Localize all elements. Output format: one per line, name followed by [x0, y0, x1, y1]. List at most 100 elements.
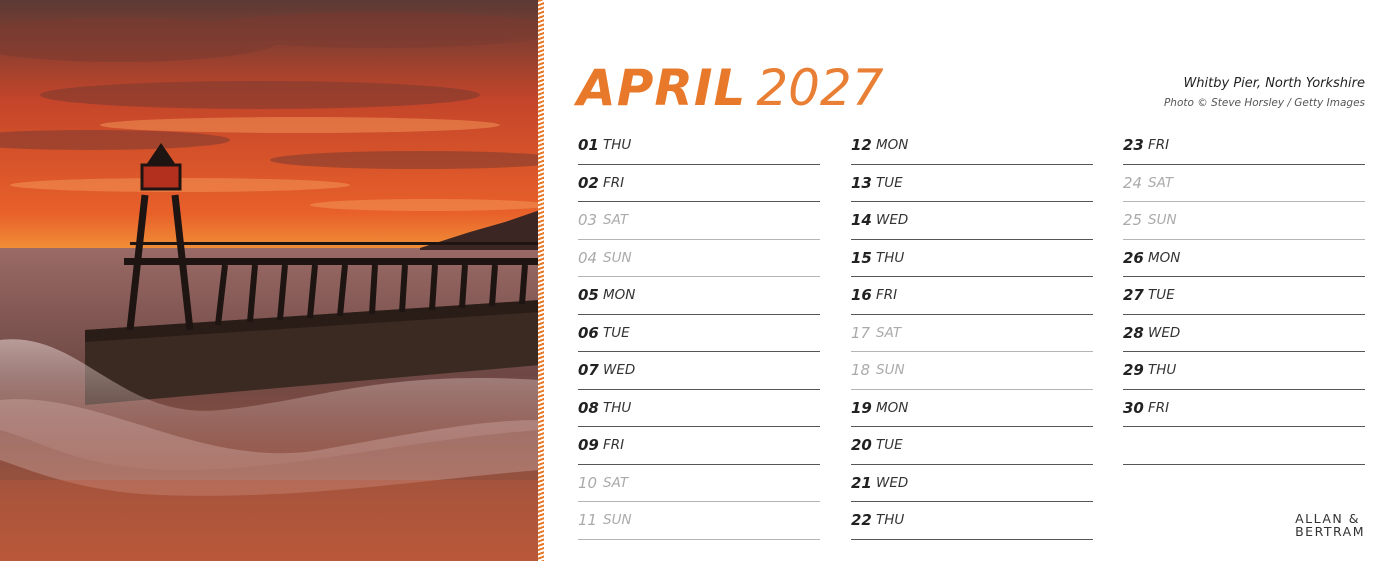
day-name: MON	[876, 399, 909, 416]
photo-whitby-pier	[0, 0, 540, 561]
day-name: TUE	[603, 324, 630, 341]
day-name: THU	[876, 249, 905, 266]
day-name: MON	[876, 137, 909, 154]
calendar-page: APRIL 2027 Whitby Pier, North Yorkshire P…	[0, 0, 1400, 561]
day-name: SUN	[603, 512, 632, 529]
day-row: 02 FRI	[578, 165, 820, 202]
day-name: SUN	[1148, 212, 1177, 229]
day-row: 23 FRI	[1123, 127, 1365, 165]
day-row: 24 SAT	[1123, 165, 1365, 202]
day-number: 16	[851, 286, 872, 305]
day-name: FRI	[1148, 399, 1170, 416]
day-number: 27	[1123, 286, 1144, 305]
day-name: MON	[603, 287, 636, 304]
day-number: 26	[1123, 248, 1144, 267]
day-number: 20	[851, 436, 872, 455]
day-number: 25	[1123, 211, 1143, 230]
day-number: 13	[851, 173, 872, 192]
day-number: 09	[578, 436, 599, 455]
day-name: SAT	[603, 474, 629, 491]
day-name: SUN	[876, 362, 905, 379]
day-row: 06 TUE	[578, 315, 820, 352]
day-row: 08 THU	[578, 390, 820, 427]
day-row: 18 SUN	[851, 352, 1093, 390]
day-name: FRI	[603, 174, 625, 191]
day-name: SAT	[876, 324, 902, 341]
day-name: THU	[603, 137, 632, 154]
day-row: 22 THU	[851, 502, 1093, 540]
day-number: 05	[578, 286, 599, 305]
day-number: 18	[851, 361, 871, 380]
day-row: 05 MON	[578, 277, 820, 315]
day-name: TUE	[1148, 287, 1175, 304]
day-name: THU	[876, 512, 905, 529]
day-name: WED	[1148, 324, 1181, 341]
day-number: 11	[578, 511, 598, 530]
day-number: 22	[851, 511, 872, 530]
day-number: 29	[1123, 361, 1144, 380]
day-row: 25 SUN	[1123, 202, 1365, 240]
caption-credit: Photo © Steve Horsley / Getty Images	[1163, 97, 1365, 109]
day-number: 04	[578, 248, 598, 267]
day-row: 12 MON	[851, 127, 1093, 165]
day-number: 19	[851, 398, 872, 417]
day-row: 27 TUE	[1123, 277, 1365, 315]
day-number: 15	[851, 248, 872, 267]
month-name: APRIL	[577, 59, 747, 117]
year: 2027	[756, 59, 884, 117]
day-name: WED	[603, 362, 636, 379]
day-row: 21 WED	[851, 465, 1093, 502]
day-row: 11 SUN	[578, 502, 820, 540]
day-row: 04 SUN	[578, 240, 820, 277]
day-row: 14 WED	[851, 202, 1093, 240]
day-row: 20 TUE	[851, 427, 1093, 465]
day-row: 29 THU	[1123, 352, 1365, 390]
day-name: TUE	[876, 437, 903, 454]
day-number: 08	[578, 398, 599, 417]
day-row: 17 SAT	[851, 315, 1093, 352]
pier-sunset-illustration	[0, 0, 540, 561]
day-number: 24	[1123, 173, 1143, 192]
day-column-3: 23 FRI 24 SAT 25 SUN 26 MON 27 TUE 28 WED 29 THU 30 FRI	[1123, 127, 1365, 465]
day-number: 14	[851, 211, 872, 230]
day-name: FRI	[876, 287, 898, 304]
binding-spiral	[538, 0, 544, 561]
day-row: 13 TUE	[851, 165, 1093, 202]
month-heading: APRIL 2027	[577, 58, 884, 118]
day-number: 01	[578, 136, 599, 155]
day-name: MON	[1148, 249, 1181, 266]
day-name: THU	[1148, 362, 1177, 379]
day-number: 30	[1123, 398, 1144, 417]
day-name: FRI	[603, 437, 625, 454]
day-row: 30 FRI	[1123, 390, 1365, 427]
day-name: WED	[876, 212, 909, 229]
publisher-line-2: BERTRAM	[1295, 524, 1365, 539]
day-number: 21	[851, 473, 872, 492]
day-row: 15 THU	[851, 240, 1093, 277]
day-number: 12	[851, 136, 872, 155]
day-number: 07	[578, 361, 599, 380]
day-number: 10	[578, 473, 598, 492]
day-row: 09 FRI	[578, 427, 820, 465]
day-row: 16 FRI	[851, 277, 1093, 315]
day-row: 26 MON	[1123, 240, 1365, 277]
photo-caption: Whitby Pier, North Yorkshire Photo © Ste…	[1164, 76, 1365, 109]
day-row: 19 MON	[851, 390, 1093, 427]
day-row: 07 WED	[578, 352, 820, 390]
day-name: SUN	[603, 249, 632, 266]
day-number: 23	[1123, 136, 1144, 155]
day-name: FRI	[1148, 137, 1170, 154]
day-row: 03 SAT	[578, 202, 820, 240]
day-number: 02	[578, 173, 599, 192]
publisher-logo: ALLAN & BERTRAM	[1295, 512, 1365, 538]
day-name: SAT	[603, 212, 629, 229]
day-name: SAT	[1148, 174, 1174, 191]
day-row: 28 WED	[1123, 315, 1365, 352]
day-row: 10 SAT	[578, 465, 820, 502]
day-row: 01 THU	[578, 127, 820, 165]
day-number: 06	[578, 323, 599, 342]
day-number: 28	[1123, 323, 1144, 342]
day-name: TUE	[876, 174, 903, 191]
empty-row	[1123, 427, 1365, 465]
day-name: WED	[876, 474, 909, 491]
